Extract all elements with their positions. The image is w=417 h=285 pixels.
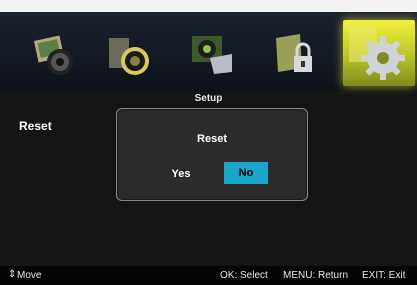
footer-bar: ⇕ Move OK: Select MENU: Return EXIT: Exi… bbox=[0, 266, 417, 285]
tab-bar bbox=[0, 12, 417, 92]
up-down-arrow-icon: ⇕ bbox=[8, 269, 17, 280]
tab-audio[interactable] bbox=[105, 30, 155, 80]
gear-setup-icon bbox=[349, 26, 405, 80]
footer-move: Move bbox=[17, 270, 42, 281]
osd-screen: Setup Reset Reset Yes No ⇕ Move OK: Sele… bbox=[0, 0, 417, 285]
tab-screen[interactable] bbox=[188, 30, 238, 80]
screen-display-icon bbox=[192, 36, 232, 74]
footer-select: OK: Select bbox=[220, 270, 268, 281]
dialog-title: Reset bbox=[197, 133, 227, 145]
footer-exit: EXIT: Exit bbox=[362, 270, 406, 281]
yes-button[interactable]: Yes bbox=[164, 165, 198, 183]
page-title: Setup bbox=[194, 93, 223, 104]
footer-return: MENU: Return bbox=[283, 270, 349, 281]
menu-item-reset[interactable]: Reset bbox=[19, 119, 52, 133]
no-button[interactable]: No bbox=[224, 162, 268, 184]
picture-icon bbox=[33, 35, 73, 75]
tab-setup[interactable] bbox=[343, 20, 415, 86]
tab-lock[interactable] bbox=[270, 30, 320, 80]
lock-parental-icon bbox=[276, 34, 312, 72]
reset-dialog: Reset Yes No bbox=[116, 108, 308, 201]
tab-picture[interactable] bbox=[30, 30, 80, 80]
top-border bbox=[0, 0, 417, 12]
audio-speaker-icon bbox=[109, 38, 149, 75]
